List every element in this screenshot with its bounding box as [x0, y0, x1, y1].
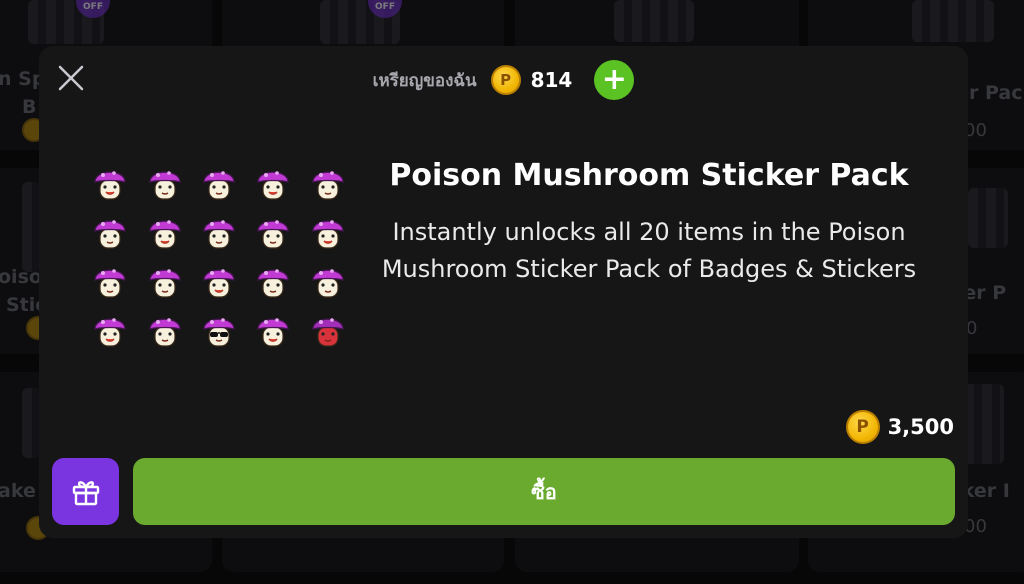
coin-balance-label: เหรียญของฉัน: [372, 70, 477, 91]
mushroom-sticker: [147, 262, 183, 300]
coin-balance-amount: 814: [530, 68, 573, 92]
mushroom-sticker: [92, 311, 128, 349]
product-title: Poison Mushroom Sticker Pack: [389, 158, 909, 193]
mushroom-sticker: [201, 311, 237, 349]
add-coins-button[interactable]: +: [594, 60, 635, 100]
mushroom-sticker: [255, 311, 291, 349]
coin-icon: P: [490, 65, 521, 95]
mushroom-sticker: [92, 164, 128, 202]
mushroom-sticker: [255, 213, 291, 251]
mushroom-sticker: [147, 213, 183, 251]
mushroom-sticker: [255, 262, 291, 300]
mushroom-sticker: [310, 311, 346, 349]
buy-button[interactable]: ซื้อ: [133, 458, 955, 525]
purchase-dialog: เหรียญของฉัน P 814 + Poison Mushroom Sti…: [39, 46, 968, 538]
price-amount: 3,500: [887, 415, 954, 439]
product-description: Instantly unlocks all 20 items in the Po…: [381, 218, 917, 283]
mushroom-sticker: [92, 262, 128, 300]
mushroom-sticker: [201, 164, 237, 202]
mushroom-sticker: [310, 213, 346, 251]
mushroom-sticker: [310, 164, 346, 202]
mushroom-sticker: [310, 262, 346, 300]
mushroom-sticker: [147, 311, 183, 349]
mushroom-sticker: [92, 213, 128, 251]
coin-icon: P: [845, 410, 880, 444]
mushroom-sticker: [255, 164, 291, 202]
product-price: P 3,500: [845, 410, 954, 444]
coin-balance: เหรียญของฉัน P 814 +: [39, 60, 968, 100]
gift-icon: [72, 480, 99, 505]
mushroom-sticker: [147, 164, 183, 202]
gift-button[interactable]: [52, 458, 119, 525]
mushroom-sticker: [201, 262, 237, 300]
sticker-preview-grid: [83, 158, 355, 354]
mushroom-sticker: [201, 213, 237, 251]
